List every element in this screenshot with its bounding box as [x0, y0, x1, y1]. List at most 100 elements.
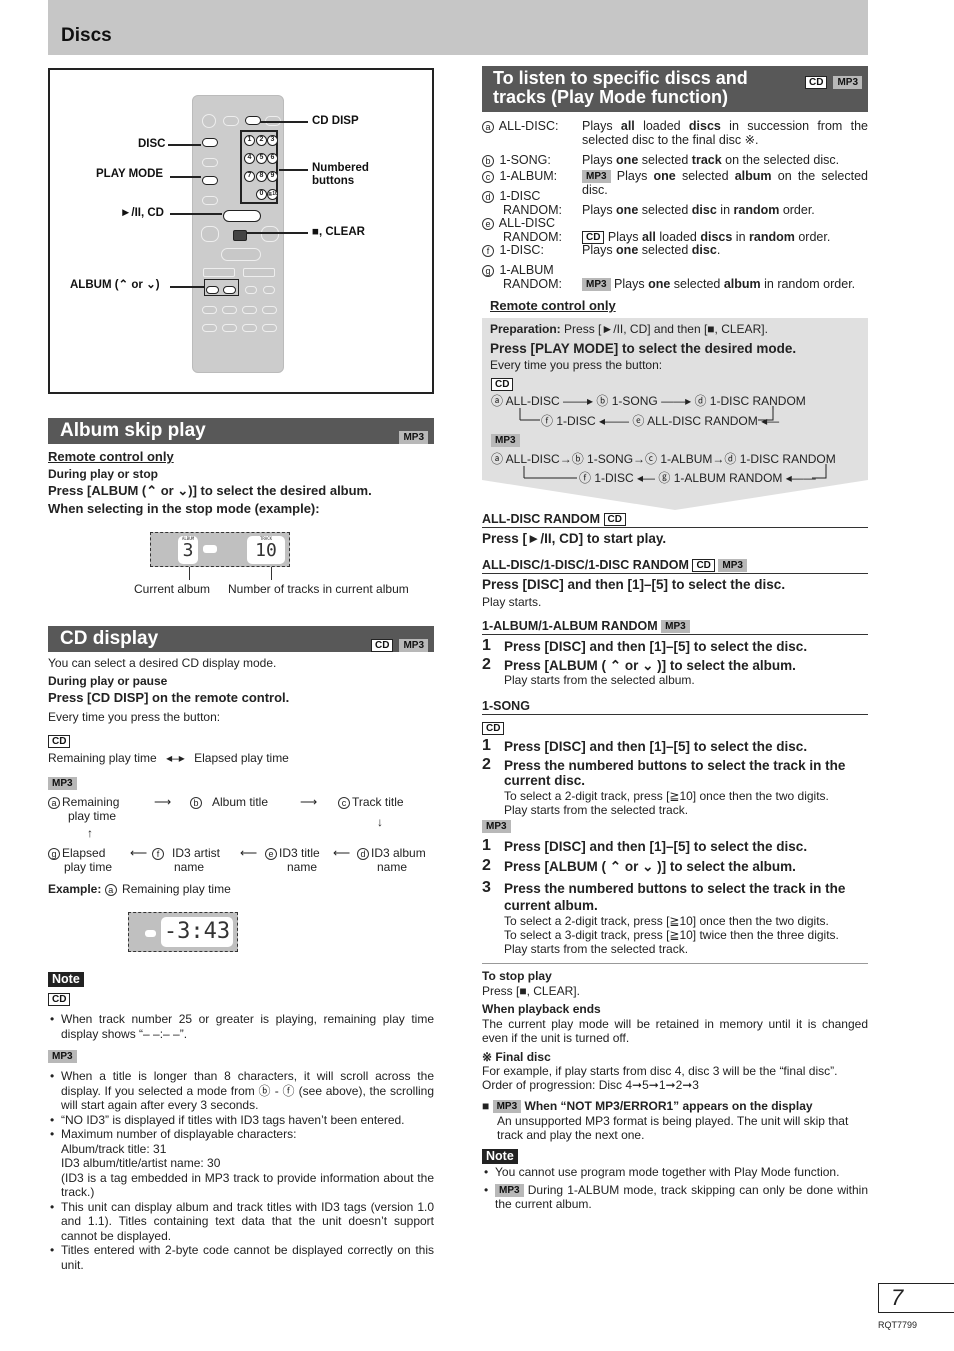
cd-tag: CD — [491, 378, 514, 392]
note-label: Note — [482, 1149, 518, 1164]
preparation-line: Preparation: Press [►/II, CD] and then [… — [490, 322, 768, 336]
cd-tag: CD — [48, 993, 71, 1007]
page-header-bar: Discs — [48, 0, 868, 55]
play-mode-header: To listen to specific discs and tracks (… — [482, 66, 868, 112]
mp3-cycle-f: f ID3 artist name — [152, 846, 220, 874]
mp3-tag: MP3 — [492, 1100, 522, 1114]
cd-display-header: CD display CD MP3 — [48, 626, 434, 652]
cd-disp-key — [245, 116, 261, 125]
note-label: Note — [48, 972, 84, 987]
during-play-or-stop: During play or stop — [48, 467, 159, 481]
play-mode-key — [202, 176, 218, 185]
song-mp3-step-1: 1 Press [DISC] and then [1]–[5] to select… — [482, 837, 808, 855]
cd-tag: CD — [482, 722, 505, 736]
mode-name: c 1-ALBUM: — [482, 169, 582, 183]
cd-remaining-play-time: Remaining play time — [48, 751, 157, 765]
page-number: 7 — [878, 1283, 954, 1313]
mp3-tag: MP3 — [495, 1183, 524, 1197]
mp3-tag: MP3 — [399, 638, 428, 652]
mp3-tag: MP3 — [48, 777, 77, 791]
mp3-tag: MP3 — [833, 75, 862, 89]
playback-ends-heading: When playback ends — [482, 1002, 601, 1016]
label-stop-clear: ■, CLEAR — [312, 226, 365, 238]
album-step-2: 2 Press [ALBUM ( ⌃ or ⌄ )] to select the … — [482, 656, 796, 688]
cd-tag: CD — [603, 513, 626, 527]
mode-name: f 1-DISC: — [482, 243, 582, 257]
arrow-up-icon: ↑ — [87, 826, 93, 840]
note-item: You cannot use program mode together wit… — [482, 1165, 868, 1180]
final-disc-text-1: For example, if play starts from disc 4,… — [482, 1064, 838, 1078]
mp3-tag: MP3 — [48, 1050, 77, 1064]
mp3-tag: MP3 — [482, 820, 511, 834]
multi-mode-step: Press [DISC] and then [1]–[5] to select … — [482, 577, 786, 592]
mp3-tag: MP3 — [491, 434, 520, 448]
playback-ends-text: The current play mode will be retained i… — [482, 1017, 868, 1045]
cd-tag: CD — [48, 735, 71, 749]
example-line: Example: a Remaining play time — [48, 882, 231, 896]
mp3-tag: MP3 — [582, 170, 611, 184]
note-item: Maximum number of displayable characters… — [48, 1127, 434, 1200]
cd-display-intro: You can select a desired CD display mode… — [48, 656, 277, 670]
double-arrow-icon: ◂–▸ — [166, 751, 185, 765]
cd-cycle: Remaining play time ◂–▸ Elapsed play tim… — [48, 751, 289, 765]
mode-name: e ALL-DISC RANDOM: — [482, 216, 582, 244]
square-bullet-icon: ■ — [482, 1099, 490, 1113]
album-mode-heading: 1-ALBUM/1-ALBUM RANDOM MP3 — [482, 619, 868, 636]
cd-tag: CD — [692, 559, 715, 573]
album-up-key — [223, 286, 236, 294]
cd-disp-instruction: Press [CD DISP] on the remote control. — [48, 690, 290, 705]
display-track-value: 10 — [255, 540, 277, 561]
label-album: ALBUM (⌃ or ⌄) — [70, 279, 160, 291]
mode-description: Plays one selected track on the selected… — [582, 153, 840, 167]
display-album-value: 3 — [182, 540, 194, 561]
mp3-display-example: -3:43 — [128, 912, 238, 952]
mp3-cycle-g: g Elapsed play time — [48, 846, 112, 874]
cd-flow-loop-lines — [519, 406, 774, 421]
label-disc: DISC — [138, 138, 166, 150]
document-code: RQT7799 — [878, 1320, 918, 1330]
page-title: Discs — [61, 25, 112, 46]
note-item: “NO ID3” is displayed if titles with ID3… — [48, 1113, 434, 1128]
caption-current-album: Current album — [134, 582, 211, 596]
to-stop-play-text: Press [■, CLEAR]. — [482, 984, 580, 998]
note-item: MP3 During 1-ALBUM mode, track skipping … — [482, 1183, 868, 1212]
mode-description: MP3 Plays one selected album in random o… — [582, 277, 868, 292]
error-heading: ■ MP3 When “NOT MP3/ERROR1” appears on t… — [482, 1099, 813, 1114]
album-skip-header: Album skip play MP3 — [48, 418, 434, 444]
final-disc-heading: ※ Final disc — [482, 1050, 551, 1064]
mode-name: d 1-DISC RANDOM: — [482, 189, 582, 217]
song-mp3-step-3: 3 Press the numbered buttons to select th… — [482, 879, 846, 956]
album-instruction: Press [ALBUM (⌃ or ⌄)] to select the des… — [48, 483, 372, 498]
album-skip-title: Album skip play — [60, 420, 206, 441]
mp3-cycle-a: a Remaining play time — [48, 795, 119, 823]
album-down-key — [206, 286, 219, 294]
mp3-tag: MP3 — [582, 278, 611, 292]
arrow-right-icon: ⟶ — [300, 795, 318, 809]
cd-elapsed-play-time: Elapsed play time — [194, 751, 289, 765]
disc-key — [202, 138, 218, 147]
play-starts-text: Play starts. — [482, 595, 542, 609]
divider — [482, 963, 868, 964]
mode-name: a ALL-DISC: — [482, 119, 582, 133]
label-numbered-2: buttons — [312, 175, 355, 187]
one-song-heading: 1-SONG — [482, 699, 868, 715]
during-play-or-pause: During play or pause — [48, 674, 168, 688]
remote-only-label: Remote control only — [490, 298, 616, 313]
note-item: When track number 25 or greater is playi… — [48, 1012, 434, 1041]
mp3-tag: MP3 — [661, 620, 690, 634]
stop-clear-key — [233, 230, 247, 241]
arrow-left-icon: ⟵ — [130, 846, 148, 860]
display-time-value: -3:43 — [161, 917, 233, 947]
mode-description: Plays one selected disc in random order. — [582, 203, 815, 217]
mp3-flow-loop-lines — [523, 464, 827, 479]
note-cd-list: When track number 25 or greater is playi… — [48, 1012, 434, 1041]
cd-display-title: CD display — [60, 628, 159, 649]
label-cd-disp: CD DISP — [312, 115, 359, 127]
all-disc-random-heading: ALL-DISC RANDOM CD — [482, 512, 868, 529]
arrow-down-icon: ↓ — [377, 815, 383, 829]
mode-name: g 1-ALBUM RANDOM: — [482, 263, 582, 291]
mode-description: Plays one selected disc. — [582, 243, 721, 257]
final-disc-text-2: Order of progression: Disc 4➞5➞1➞2➞3 — [482, 1078, 699, 1092]
label-numbered-1: Numbered — [312, 162, 369, 174]
note-item: Titles entered with 2-byte code cannot b… — [48, 1243, 434, 1272]
